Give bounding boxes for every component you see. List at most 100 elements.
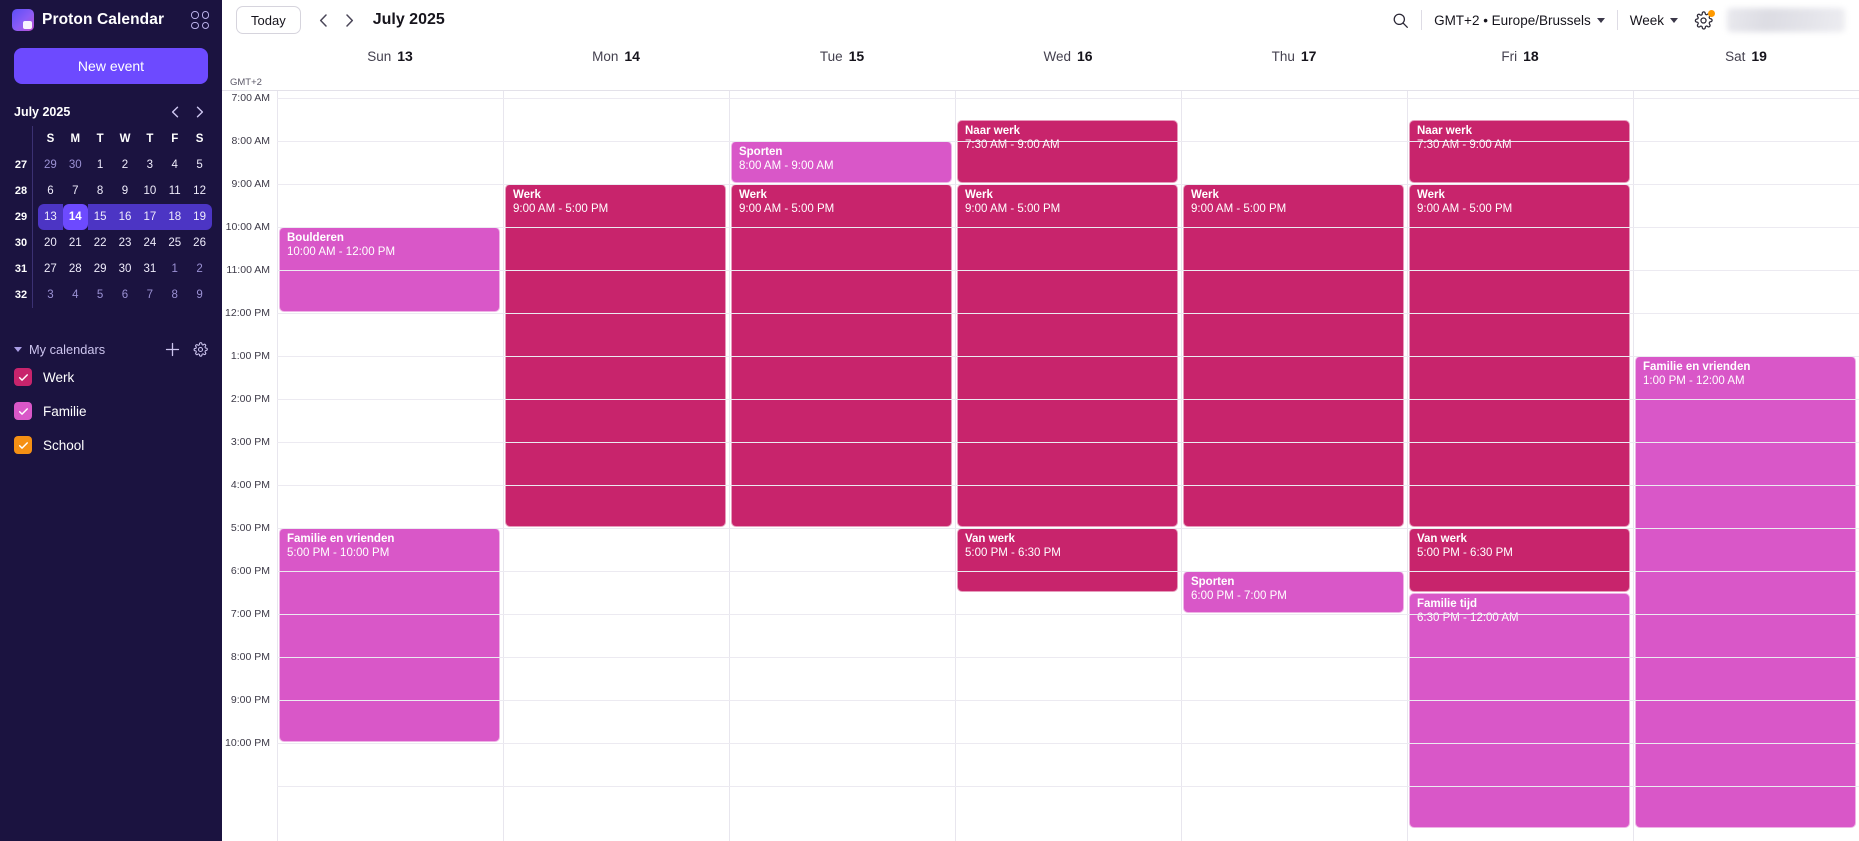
- mini-day-cell[interactable]: 30: [63, 152, 88, 178]
- mini-day-cell[interactable]: 5: [187, 152, 212, 178]
- mini-day-cell[interactable]: 2: [187, 256, 212, 282]
- mini-day-cell[interactable]: 3: [137, 152, 162, 178]
- day-header-sun[interactable]: Sun 13: [277, 40, 503, 72]
- mini-day-cell[interactable]: 4: [162, 152, 187, 178]
- mini-day-cell[interactable]: 17: [137, 204, 163, 230]
- mini-week-number[interactable]: 29: [10, 204, 32, 230]
- account-menu[interactable]: [1727, 8, 1845, 32]
- caret-down-icon[interactable]: [14, 346, 22, 352]
- mini-day-cell[interactable]: 22: [88, 230, 113, 256]
- mini-day-cell[interactable]: 26: [187, 230, 212, 256]
- mini-day-cell[interactable]: 24: [137, 230, 162, 256]
- today-button[interactable]: Today: [236, 6, 301, 34]
- day-columns: Boulderen 10:00 AM - 12:00 PM Familie en…: [277, 91, 1859, 841]
- mini-day-cell[interactable]: 6: [38, 178, 63, 204]
- calendar-event[interactable]: Van werk 5:00 PM - 6:30 PM: [1409, 528, 1630, 592]
- mini-day-cell[interactable]: 10: [137, 178, 162, 204]
- calendar-item-werk[interactable]: Werk: [14, 360, 208, 394]
- mini-day-cell[interactable]: 1: [88, 152, 113, 178]
- calendar-checkbox[interactable]: [14, 436, 32, 454]
- mini-day-cell[interactable]: 11: [162, 178, 187, 204]
- view-selector[interactable]: Week: [1630, 13, 1678, 28]
- mini-week-number[interactable]: 28: [10, 178, 32, 204]
- time-gutter: 7:00 AM 8:00 AM 9:00 AM 10:00 AM 11:00 AM 12:…: [222, 91, 277, 841]
- timezone-row: GMT+2: [222, 72, 1859, 90]
- calendar-event[interactable]: Sporten 8:00 AM - 9:00 AM: [730, 141, 952, 183]
- mini-day-cell[interactable]: 7: [137, 282, 162, 308]
- my-calendars-label: My calendars: [29, 341, 106, 357]
- week-grid[interactable]: Boulderen 10:00 AM - 12:00 PM Familie en…: [222, 90, 1859, 841]
- day-name: Sun: [367, 48, 392, 64]
- new-event-button[interactable]: New event: [14, 48, 208, 84]
- mini-day-cell[interactable]: 5: [88, 282, 113, 308]
- calendar-event[interactable]: Sporten 6:00 PM - 7:00 PM: [1182, 571, 1404, 613]
- mini-week-number[interactable]: 27: [10, 152, 32, 178]
- mini-day-cell[interactable]: 8: [88, 178, 113, 204]
- calendar-event[interactable]: Van werk 5:00 PM - 6:30 PM: [957, 528, 1178, 592]
- mini-day-cell[interactable]: 13: [38, 204, 63, 230]
- calendar-checkbox[interactable]: [14, 402, 32, 420]
- calendar-event[interactable]: Familie tijd 6:30 PM - 12:00 AM: [1409, 592, 1630, 828]
- mini-week-number[interactable]: 30: [10, 230, 32, 256]
- day-header-thu[interactable]: Thu 17: [1181, 40, 1407, 72]
- brand-row: Proton Calendar: [0, 0, 222, 40]
- day-name: Fri: [1501, 48, 1518, 64]
- mini-day-cell[interactable]: 9: [113, 178, 138, 204]
- mini-day-cell[interactable]: 30: [113, 256, 138, 282]
- calendar-event[interactable]: Familie en vrienden 1:00 PM - 12:00 AM: [1635, 356, 1856, 828]
- mini-day-cell[interactable]: 29: [38, 152, 63, 178]
- calendars-settings-gear-icon[interactable]: [193, 341, 208, 357]
- day-header-fri[interactable]: Fri 18: [1407, 40, 1633, 72]
- mini-day-cell[interactable]: 9: [187, 282, 212, 308]
- day-header-wed[interactable]: Wed 16: [955, 40, 1181, 72]
- mini-day-cell[interactable]: 28: [63, 256, 88, 282]
- mini-day-cell[interactable]: 15: [87, 204, 113, 230]
- plus-icon[interactable]: [165, 342, 180, 357]
- mini-day-cell[interactable]: 1: [162, 256, 187, 282]
- calendar-checkbox[interactable]: [14, 368, 32, 386]
- mini-calendar-prev-icon[interactable]: [166, 103, 183, 120]
- calendar-event[interactable]: Naar werk 7:30 AM - 9:00 AM: [957, 119, 1178, 183]
- mini-calendar-grid[interactable]: S M T W T F S 27 29 30 1 2 3 4 5 28 6 7 8 9 10 11 12 29 13 14 15 16…: [10, 126, 212, 308]
- mini-day-cell[interactable]: 27: [38, 256, 63, 282]
- mini-day-cell[interactable]: 21: [63, 230, 88, 256]
- settings-button[interactable]: [1694, 9, 1715, 30]
- mini-day-cell[interactable]: 8: [162, 282, 187, 308]
- mini-week-number[interactable]: 32: [10, 282, 32, 308]
- next-week-button[interactable]: [337, 7, 363, 33]
- mini-day-cell[interactable]: 6: [113, 282, 138, 308]
- mini-day-cell[interactable]: 16: [112, 204, 138, 230]
- mini-day-cell[interactable]: 20: [38, 230, 63, 256]
- mini-day-cell[interactable]: 4: [63, 282, 88, 308]
- mini-day-cell[interactable]: 23: [113, 230, 138, 256]
- timezone-selector[interactable]: GMT+2 • Europe/Brussels: [1434, 13, 1605, 28]
- mini-day-cell[interactable]: 18: [162, 204, 188, 230]
- mini-dow-4: T: [146, 133, 154, 145]
- calendar-event[interactable]: Familie en vrienden 5:00 PM - 10:00 PM: [279, 528, 500, 742]
- event-title: Boulderen: [287, 232, 344, 244]
- day-header-tue[interactable]: Tue 15: [729, 40, 955, 72]
- mini-day-cell[interactable]: 2: [113, 152, 138, 178]
- calendar-event[interactable]: Naar werk 7:30 AM - 9:00 AM: [1409, 119, 1630, 183]
- mini-day-cell[interactable]: 25: [162, 230, 187, 256]
- mini-day-cell[interactable]: 29: [88, 256, 113, 282]
- toolbar-divider-1: [1421, 10, 1423, 30]
- mini-day-cell[interactable]: 3: [38, 282, 63, 308]
- mini-dow-6: S: [195, 133, 204, 145]
- prev-week-button[interactable]: [311, 7, 337, 33]
- mini-day-cell[interactable]: 12: [187, 178, 212, 204]
- calendar-item-school[interactable]: School: [14, 428, 208, 462]
- mini-calendar-next-icon[interactable]: [191, 103, 208, 120]
- mini-dow-0: S: [46, 133, 55, 145]
- mini-day-cell[interactable]: 14: [62, 204, 88, 230]
- calendar-item-familie[interactable]: Familie: [14, 394, 208, 428]
- day-number: 19: [1751, 48, 1767, 64]
- apps-grid-icon[interactable]: [190, 10, 210, 30]
- search-icon[interactable]: [1392, 12, 1409, 29]
- mini-day-cell[interactable]: 7: [63, 178, 88, 204]
- mini-day-cell[interactable]: 31: [137, 256, 162, 282]
- day-header-mon[interactable]: Mon 14: [503, 40, 729, 72]
- day-header-sat[interactable]: Sat 19: [1633, 40, 1859, 72]
- mini-week-number[interactable]: 31: [10, 256, 32, 282]
- mini-day-cell[interactable]: 19: [187, 204, 212, 230]
